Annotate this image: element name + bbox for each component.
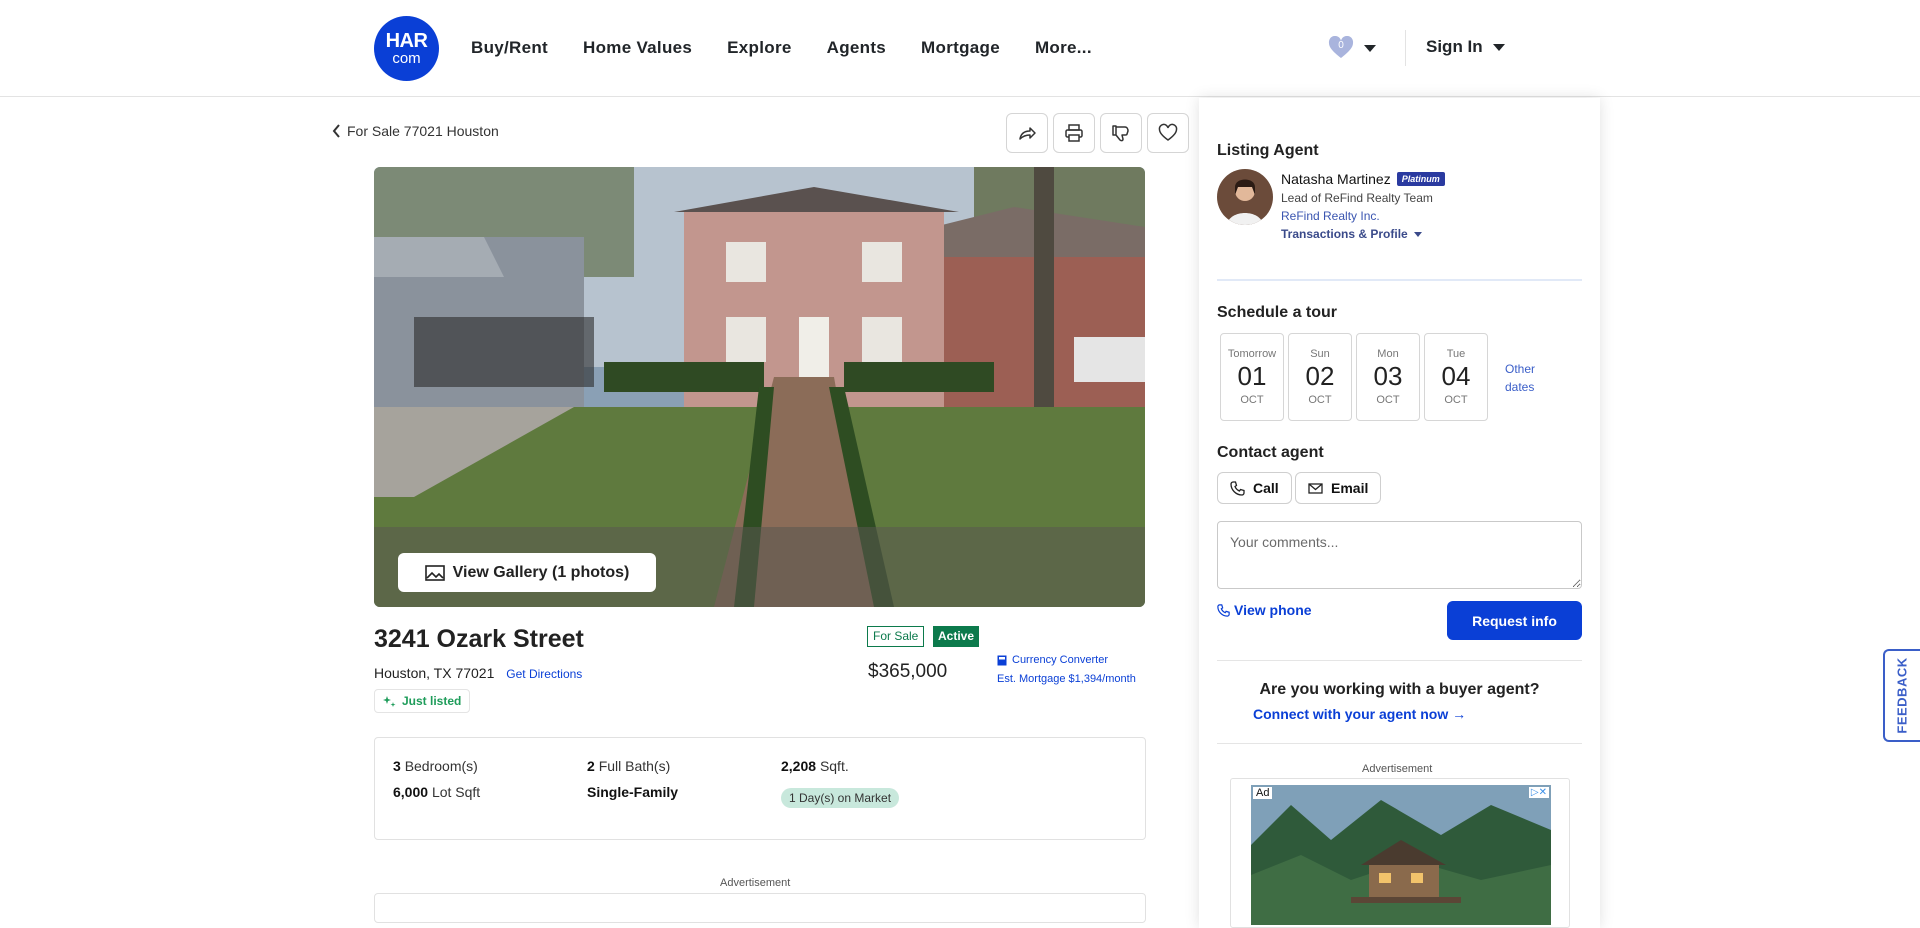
fact-lot-size: 6,000 Lot Sqft xyxy=(393,784,481,800)
listing-facts: 3 Bedroom(s) 2 Full Bath(s) 2,208 Sqft. … xyxy=(374,737,1146,840)
nav-more[interactable]: More... xyxy=(1035,38,1092,58)
fact-baths: 2 Full Bath(s) xyxy=(587,758,671,774)
listing-street: 3241 Ozark Street xyxy=(374,625,584,653)
feedback-tab[interactable]: FEEDBACK xyxy=(1883,649,1920,742)
fact-sqft: 2,208 Sqft. xyxy=(781,758,849,774)
nav-explore[interactable]: Explore xyxy=(727,38,791,58)
transactions-profile-dropdown[interactable]: Transactions & Profile xyxy=(1281,227,1422,241)
main-nav: Buy/Rent Home Values Explore Agents Mort… xyxy=(471,38,1092,58)
sparkle-icon xyxy=(383,695,396,707)
view-gallery-button[interactable]: View Gallery (1 photos) xyxy=(398,553,656,592)
request-info-button[interactable]: Request info xyxy=(1447,601,1582,640)
divider xyxy=(1217,279,1582,281)
back-link[interactable]: For Sale 77021 Houston xyxy=(332,123,499,139)
advertisement-label: Advertisement xyxy=(720,877,791,889)
phone-icon xyxy=(1230,480,1245,496)
share-icon xyxy=(1019,127,1036,140)
favorites-count: 0 xyxy=(1338,40,1344,51)
agent-photo-image xyxy=(1217,169,1273,225)
chevron-down-icon xyxy=(1364,44,1376,52)
fact-property-type: Single-Family xyxy=(587,784,679,800)
for-sale-badge: For Sale xyxy=(867,626,925,647)
thumbs-down-icon xyxy=(1112,125,1129,142)
sign-in-button[interactable]: Sign In xyxy=(1426,37,1505,57)
days-on-market-badge: 1 Day(s) on Market xyxy=(781,788,900,808)
listing-price: $365,000 xyxy=(868,661,948,682)
currency-converter-link[interactable]: Currency Converter xyxy=(997,654,1108,666)
tour-date-picker: Tomorrow 01 OCT Sun 02 OCT Mon 03 OCT Tu… xyxy=(1220,333,1488,421)
favorites-menu[interactable]: 0 xyxy=(1328,35,1376,60)
chevron-down-icon xyxy=(1413,231,1422,237)
agent-panel: Listing Agent Natasha Martinez Platinum … xyxy=(1199,98,1600,928)
advertisement-label: Advertisement xyxy=(1362,763,1433,775)
tour-day-tomorrow[interactable]: Tomorrow 01 OCT xyxy=(1220,333,1284,421)
schedule-tour-title: Schedule a tour xyxy=(1217,304,1338,321)
just-listed-badge: Just listed xyxy=(374,689,471,713)
est-mortgage-link[interactable]: Est. Mortgage $1,394/month xyxy=(997,673,1136,685)
divider xyxy=(1217,743,1582,744)
heart-outline-icon xyxy=(1158,123,1178,141)
share-button[interactable] xyxy=(1006,113,1048,153)
site-header: HAR com Buy/Rent Home Values Explore Age… xyxy=(0,0,1920,97)
chevron-down-icon xyxy=(1492,43,1505,51)
agent-name[interactable]: Natasha Martinez Platinum xyxy=(1281,171,1445,187)
ad-close-icon[interactable]: ▷✕ xyxy=(1528,787,1549,798)
agent-avatar[interactable] xyxy=(1217,169,1273,225)
print-button[interactable] xyxy=(1053,113,1095,153)
email-button[interactable]: Email xyxy=(1295,472,1382,504)
nav-home-values[interactable]: Home Values xyxy=(583,38,692,58)
active-status-badge: Active xyxy=(933,626,980,647)
fact-bedrooms: 3 Bedroom(s) xyxy=(393,758,478,774)
house-photo-image xyxy=(374,167,1145,607)
printer-icon xyxy=(1065,124,1083,142)
advertisement-slot xyxy=(374,893,1146,923)
cabin-ad-image xyxy=(1251,785,1551,925)
ad-banner[interactable]: Ad ▷✕ xyxy=(1251,785,1551,925)
listing-photo[interactable] xyxy=(374,167,1145,607)
chevron-left-icon xyxy=(332,124,340,138)
header-divider xyxy=(1405,30,1406,66)
image-icon xyxy=(424,564,445,581)
envelope-icon xyxy=(1308,482,1323,494)
listing-city-line: Houston, TX 77021 Get Directions xyxy=(374,665,583,681)
comments-input[interactable] xyxy=(1217,521,1582,589)
buyer-agent-question: Are you working with a buyer agent? xyxy=(1259,681,1540,698)
listing-agent-title: Listing Agent xyxy=(1217,142,1319,159)
ad-tag: Ad xyxy=(1253,787,1273,799)
phone-icon xyxy=(1217,603,1230,617)
favorite-button[interactable] xyxy=(1147,113,1189,153)
agent-role: Lead of ReFind Realty Team xyxy=(1281,191,1433,205)
tour-day-mon[interactable]: Mon 03 OCT xyxy=(1356,333,1420,421)
contact-agent-title: Contact agent xyxy=(1217,444,1324,461)
har-logo[interactable]: HAR com xyxy=(374,16,439,81)
tour-day-tue[interactable]: Tue 04 OCT xyxy=(1424,333,1488,421)
nav-buy-rent[interactable]: Buy/Rent xyxy=(471,38,548,58)
dislike-button[interactable] xyxy=(1100,113,1142,153)
tour-day-sun[interactable]: Sun 02 OCT xyxy=(1288,333,1352,421)
divider xyxy=(1217,660,1582,661)
heart-icon: 0 xyxy=(1328,35,1354,60)
calculator-icon xyxy=(997,655,1007,665)
advertisement-slot: Ad ▷✕ xyxy=(1230,778,1570,928)
connect-agent-link[interactable]: Connect with your agent now → xyxy=(1253,706,1466,722)
nav-mortgage[interactable]: Mortgage xyxy=(921,38,1000,58)
nav-agents[interactable]: Agents xyxy=(827,38,886,58)
agent-company[interactable]: ReFind Realty Inc. xyxy=(1281,209,1380,223)
listing-tools xyxy=(1006,113,1189,153)
call-button[interactable]: Call xyxy=(1217,472,1292,504)
platinum-badge: Platinum xyxy=(1396,172,1445,186)
view-phone-link[interactable]: View phone xyxy=(1217,602,1312,618)
get-directions-link[interactable]: Get Directions xyxy=(506,667,582,681)
other-dates-link[interactable]: Other dates xyxy=(1505,360,1555,396)
